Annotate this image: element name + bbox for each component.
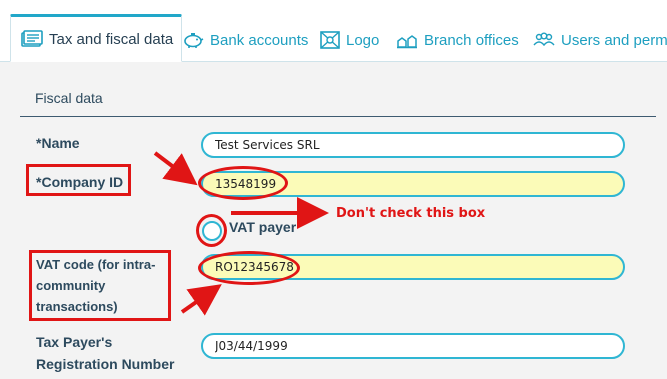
arrow-to-vat-code: [180, 284, 222, 316]
arrow-to-company-id: [153, 151, 198, 186]
annotation-arrows: [153, 151, 329, 316]
annotation-note: Don't check this box: [336, 206, 486, 221]
